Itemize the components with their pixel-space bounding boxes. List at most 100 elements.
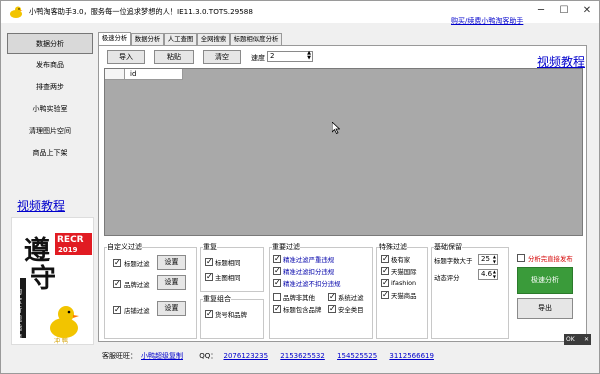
- status-arrow-icon: ✕: [583, 336, 589, 343]
- publish-after-label: 分析完直接发布: [528, 255, 573, 263]
- sidebar-item-lab[interactable]: 小鸭实验室: [7, 99, 93, 120]
- ok-text: OK: [566, 336, 575, 343]
- service-wangwang-link[interactable]: 小鸭超级复制: [141, 352, 183, 360]
- basic-keep-title: 基础保留: [434, 242, 462, 252]
- minimize-icon[interactable]: ─: [531, 3, 551, 19]
- dedupe-title: 重复: [203, 242, 217, 252]
- tmall-goods-label: 天猫商品: [391, 292, 417, 300]
- jiyoujia-label: 极有家: [391, 256, 411, 264]
- tab-data-analysis[interactable]: 数据分析: [131, 33, 164, 45]
- title-filter-label: 标题过滤: [124, 260, 150, 268]
- brand-filter-settings-button[interactable]: 设置: [157, 275, 186, 290]
- grid-column-header-id[interactable]: id: [125, 69, 183, 80]
- sidebar-item-shelf[interactable]: 商品上下架: [7, 143, 93, 164]
- export-button[interactable]: 导出: [517, 298, 573, 319]
- tmall-intl-checkbox[interactable]: [381, 266, 389, 275]
- mouse-cursor-icon: [332, 122, 340, 134]
- qq-link-4[interactable]: 3112566619: [389, 352, 434, 360]
- dedupe-combo-group: [200, 299, 264, 339]
- safe-category-checkbox[interactable]: [328, 304, 336, 313]
- promo-poster: RECR 2019 遵 守 淘宝新规指南 冲 鸭: [11, 217, 94, 345]
- special-filter-title: 特殊过滤: [379, 242, 407, 252]
- brand-filter-checkbox[interactable]: [113, 279, 121, 288]
- publish-after-checkbox[interactable]: [517, 254, 525, 262]
- dedupe-group: [200, 247, 264, 292]
- system-filter-checkbox[interactable]: [328, 292, 336, 301]
- speed-input[interactable]: 2 ▲ ▼: [267, 51, 313, 62]
- important-filter-title: 重要过滤: [272, 242, 300, 252]
- service-label: 客服旺旺：: [102, 352, 137, 360]
- tmall-intl-label: 天猫国际: [391, 268, 417, 276]
- sidebar-video-tutorial-link[interactable]: 视频教程: [17, 197, 65, 214]
- same-title-checkbox[interactable]: [205, 257, 213, 266]
- custom-filter-title: 自定义过滤: [107, 242, 142, 252]
- tmall-goods-checkbox[interactable]: [381, 290, 389, 299]
- qq-link-2[interactable]: 2153625532: [280, 352, 325, 360]
- buy-renew-link[interactable]: 购买/续费小鸭淘客助手: [451, 16, 523, 26]
- fast-analyze-button[interactable]: 极速分析: [517, 267, 573, 294]
- ifashion-label: ifashion: [391, 279, 417, 287]
- poster-vertical-text: 淘宝新规指南: [15, 288, 22, 341]
- paste-button[interactable]: 粘贴: [154, 50, 194, 64]
- title-has-brand-checkbox[interactable]: [273, 304, 281, 313]
- shop-filter-settings-button[interactable]: 设置: [157, 301, 186, 316]
- sidebar-nav: 数据分析 发布商品 排查两步 小鸭实验室 清理图片空间 商品上下架: [7, 33, 93, 167]
- ifashion-checkbox[interactable]: [381, 278, 389, 287]
- sku-brand-checkbox[interactable]: [205, 309, 213, 318]
- duck-app-icon: [10, 6, 23, 18]
- dedupe-combo-title: 重复组合: [203, 294, 231, 304]
- tab-web-search[interactable]: 全网搜索: [197, 33, 230, 45]
- sidebar-item-data-analysis[interactable]: 数据分析: [7, 33, 93, 54]
- dynamic-score-spinner-icon[interactable]: ▲ ▼: [493, 269, 496, 279]
- qq-link-3[interactable]: 154525525: [337, 352, 377, 360]
- speed-value: 2: [270, 52, 275, 60]
- data-grid[interactable]: id: [104, 68, 583, 236]
- close-icon[interactable]: ✕: [577, 3, 597, 19]
- tab-manual-image[interactable]: 人工查图: [164, 33, 197, 45]
- title-bar: 小鸭淘客助手3.0，服务每一位追求梦想的人！IE11.3.0.TOTS.2958…: [1, 1, 599, 26]
- severe-violation-label: 精准过滤严重违规: [283, 256, 335, 264]
- qq-link-1[interactable]: 2076123235: [224, 352, 269, 360]
- status-ok-badge: OK ✕: [564, 334, 591, 345]
- sidebar-item-publish[interactable]: 发布商品: [7, 55, 93, 76]
- brand-not-other-label: 品牌非其他: [283, 294, 315, 302]
- dynamic-score-label: 动态评分: [434, 274, 460, 282]
- same-image-checkbox[interactable]: [205, 272, 213, 281]
- title-words-spinner-icon[interactable]: ▲ ▼: [493, 254, 496, 264]
- jiyoujia-checkbox[interactable]: [381, 254, 389, 263]
- app-window: 小鸭淘客助手3.0，服务每一位追求梦想的人！IE11.3.0.TOTS.2958…: [0, 0, 600, 374]
- same-image-label: 主图相同: [215, 274, 241, 282]
- poster-year: 2019: [58, 246, 78, 254]
- sku-brand-label: 货号和品牌: [215, 311, 247, 319]
- speed-label: 速度: [251, 54, 265, 62]
- title-words-label: 标题字数大于: [434, 257, 473, 265]
- dynamic-score-input[interactable]: 4.6 ▲ ▼: [478, 269, 498, 280]
- title-has-brand-label: 标题包含品牌: [283, 306, 322, 314]
- deduct-violation-label: 精准过滤扣分违规: [283, 268, 335, 276]
- window-title: 小鸭淘客助手3.0，服务每一位追求梦想的人！IE11.3.0.TOTS.2958…: [29, 7, 253, 16]
- maximize-icon[interactable]: ☐: [554, 3, 574, 19]
- shop-filter-label: 店铺过滤: [124, 307, 150, 315]
- sidebar-item-check[interactable]: 排查两步: [7, 77, 93, 98]
- system-filter-label: 系统过滤: [338, 294, 364, 302]
- spinner-icon[interactable]: ▲ ▼: [307, 51, 311, 61]
- clear-button[interactable]: 清空: [203, 50, 241, 64]
- poster-duck-text: 冲 鸭: [54, 338, 68, 345]
- title-words-input[interactable]: 25 ▲ ▼: [478, 254, 498, 265]
- tab-fast-analysis[interactable]: 极速分析: [98, 32, 131, 45]
- poster-char-2: 守: [30, 264, 57, 294]
- grid-corner-header: [105, 69, 125, 80]
- import-button[interactable]: 导入: [107, 50, 145, 64]
- title-filter-settings-button[interactable]: 设置: [157, 255, 186, 270]
- poster-badge: RECR: [57, 235, 84, 245]
- shop-filter-checkbox[interactable]: [113, 305, 121, 314]
- tab-title-similarity[interactable]: 标题相似度分析: [230, 33, 282, 45]
- deduct-violation-checkbox[interactable]: [273, 266, 281, 275]
- safe-category-label: 安全类目: [338, 306, 364, 314]
- brand-not-other-checkbox[interactable]: [273, 293, 281, 301]
- title-filter-checkbox[interactable]: [113, 258, 121, 267]
- sidebar-item-clean-images[interactable]: 清理图片空间: [7, 121, 93, 142]
- nodeduct-violation-checkbox[interactable]: [273, 278, 281, 287]
- severe-violation-checkbox[interactable]: [273, 254, 281, 263]
- brand-filter-label: 品牌过滤: [124, 281, 150, 289]
